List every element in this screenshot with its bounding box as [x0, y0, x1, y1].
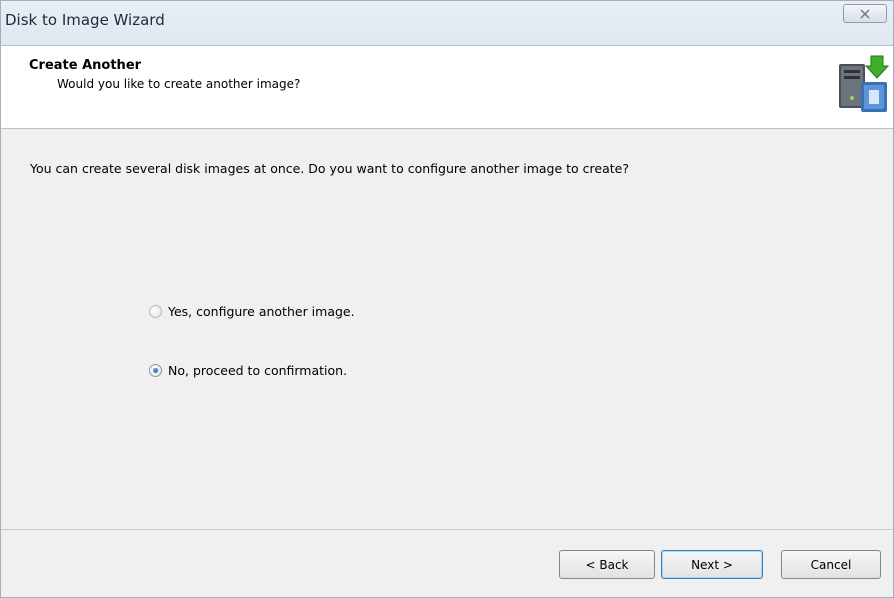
option-label: Yes, configure another image.: [168, 304, 355, 319]
disk-image-computer-icon: [839, 55, 890, 112]
page-title: Create Another: [29, 58, 142, 73]
wizard-window: Disk to Image Wizard Create Another Woul…: [0, 0, 894, 598]
option-label: No, proceed to confirmation.: [168, 363, 348, 378]
footer-divider: [1, 529, 893, 530]
intro-text: You can create several disk images at on…: [30, 161, 629, 176]
wizard-header: Create Another Would you like to create …: [1, 46, 893, 129]
radio-button-selected[interactable]: [149, 364, 162, 377]
window-title: Disk to Image Wizard: [5, 11, 165, 29]
radio-button[interactable]: [149, 305, 162, 318]
back-button[interactable]: < Back: [559, 550, 655, 579]
option-yes-configure-another[interactable]: Yes, configure another image.: [149, 304, 355, 319]
page-subtitle: Would you like to create another image?: [57, 77, 301, 91]
title-bar: Disk to Image Wizard: [1, 1, 893, 46]
close-icon: [860, 9, 870, 18]
next-button[interactable]: Next >: [661, 550, 763, 579]
cancel-button[interactable]: Cancel: [781, 550, 881, 579]
close-button[interactable]: [843, 4, 887, 23]
option-no-proceed[interactable]: No, proceed to confirmation.: [149, 363, 347, 378]
